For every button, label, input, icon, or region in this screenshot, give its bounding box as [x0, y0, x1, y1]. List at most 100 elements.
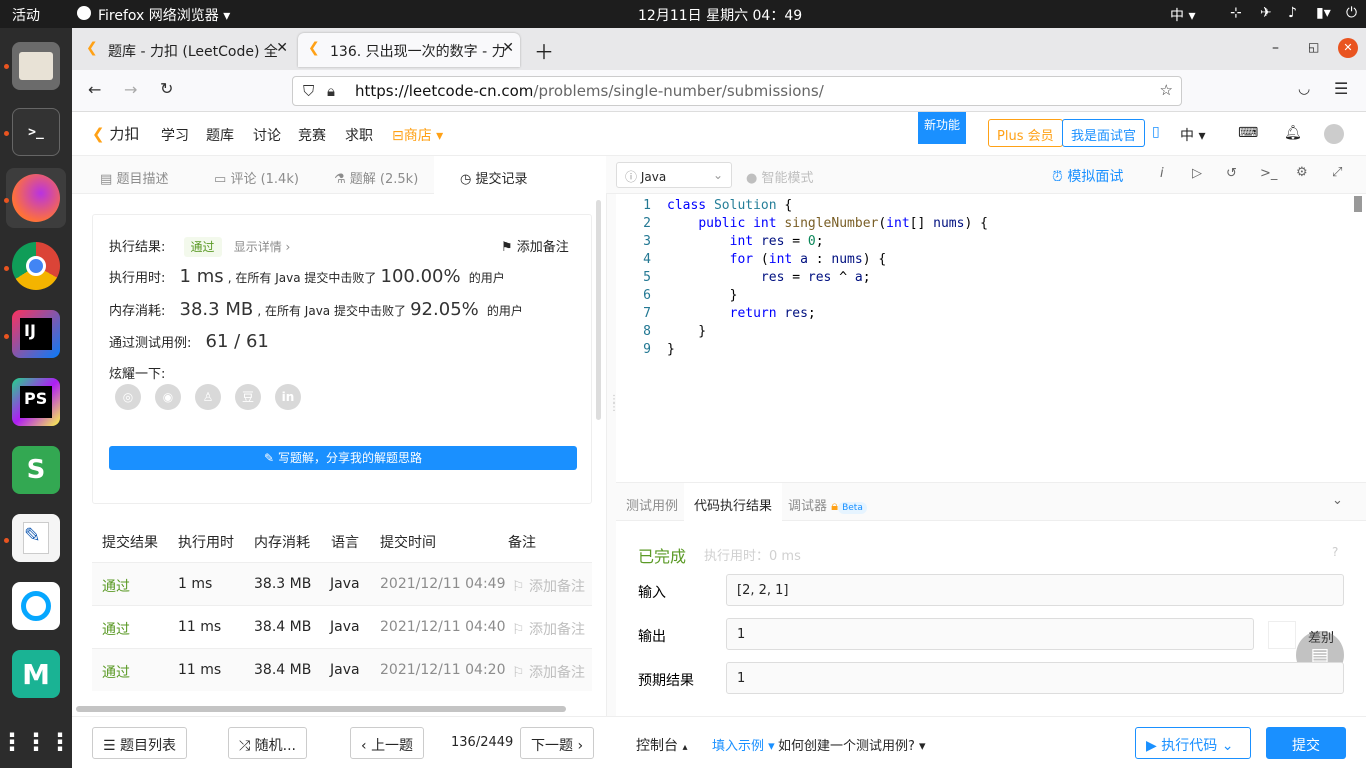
- reset-icon[interactable]: ↺: [1226, 166, 1237, 181]
- console-toggle[interactable]: 控制台 ▴: [636, 735, 687, 755]
- write-solution-button[interactable]: ✎ 写题解，分享我的解题思路: [109, 446, 577, 470]
- nav-item-problems[interactable]: 题库: [206, 125, 234, 145]
- files-icon[interactable]: [12, 42, 60, 90]
- network-icon[interactable]: ⊹: [1230, 5, 1242, 21]
- table-row[interactable]: 通过 1 ms 38.3 MB Java 2021/12/11 04:49 ⚐ …: [92, 562, 592, 605]
- reload-icon[interactable]: ↻: [160, 79, 173, 98]
- new-feature-badge[interactable]: 新功能: [918, 112, 966, 144]
- baidu-netdisk-icon[interactable]: [12, 582, 60, 630]
- mindmaster-icon[interactable]: M: [12, 650, 60, 698]
- close-window-icon[interactable]: ✕: [1338, 38, 1358, 58]
- problem-list-button[interactable]: ☰ 题目列表: [92, 727, 188, 759]
- run-icon[interactable]: ▷: [1192, 166, 1202, 181]
- minimize-icon[interactable]: –: [1272, 40, 1279, 56]
- hamburger-menu-icon[interactable]: ☰: [1334, 79, 1348, 98]
- tab-submissions[interactable]: ◷ 提交记录: [434, 156, 606, 194]
- settings-icon[interactable]: ⚙: [1296, 165, 1308, 180]
- tab-debugger[interactable]: 调试器 🔒︎ Beta: [788, 495, 867, 514]
- add-note-link[interactable]: ⚐ 添加备注: [512, 619, 585, 639]
- chrome-icon[interactable]: [12, 242, 60, 290]
- lock-icon[interactable]: 🔒︎: [327, 82, 335, 100]
- close-tab-icon[interactable]: ✕: [276, 40, 288, 56]
- browser-tab[interactable]: ❮ 题库 - 力扣 (LeetCode) 全 ✕: [76, 33, 294, 67]
- mobile-icon[interactable]: ▯: [1152, 124, 1160, 140]
- activities-button[interactable]: 活动: [12, 5, 40, 25]
- nav-item-discuss[interactable]: 讨论: [253, 125, 281, 145]
- input-method-indicator[interactable]: 中 ▾: [1170, 5, 1195, 25]
- shield-icon[interactable]: ⛉: [303, 82, 314, 100]
- volume-icon[interactable]: ♪: [1288, 5, 1297, 21]
- add-note-link[interactable]: ⚐ 添加备注: [512, 662, 585, 682]
- spreadsheet-icon[interactable]: S: [12, 446, 60, 494]
- tab-comments[interactable]: ▭ 评论 (1.4k): [214, 168, 299, 187]
- add-note-button[interactable]: ⚑ 添加备注: [501, 236, 569, 255]
- notification-bell-icon[interactable]: 🔔︎: [1284, 125, 1302, 141]
- collapse-chevron-icon[interactable]: ⌄: [1332, 493, 1343, 508]
- random-button[interactable]: ⤮ 随机...: [228, 727, 308, 759]
- app-menu[interactable]: Firefox 网络浏览器 ▾: [98, 5, 230, 25]
- mock-interview-button[interactable]: ⏰︎ 模拟面试: [1052, 166, 1123, 186]
- tab-run-result[interactable]: 代码执行结果: [684, 483, 783, 521]
- interviewer-button[interactable]: 我是面试官: [1062, 119, 1146, 147]
- fill-example-button[interactable]: 填入示例 ▾: [712, 735, 775, 754]
- pocket-icon[interactable]: ◡: [1298, 81, 1310, 97]
- code-editor[interactable]: 1 2 3 4 5 6 7 8 9 class Solution { publi…: [616, 194, 1366, 482]
- power-icon[interactable]: ⏻: [1346, 5, 1357, 21]
- close-tab-icon[interactable]: ✕: [502, 40, 514, 56]
- weibo-icon[interactable]: ◉: [155, 384, 181, 410]
- show-details-link[interactable]: 显示详情 ›: [234, 240, 291, 254]
- table-horizontal-scrollbar[interactable]: [76, 706, 566, 712]
- logo[interactable]: ❮ 力扣: [92, 123, 139, 144]
- playground-icon[interactable]: ⌨: [1238, 125, 1258, 141]
- battery-icon[interactable]: ▮▾: [1316, 5, 1331, 21]
- wechat-icon[interactable]: ◎: [115, 384, 141, 410]
- clock[interactable]: 12月11日 星期六 04：49: [638, 5, 802, 25]
- add-note-link[interactable]: ⚐ 添加备注: [512, 576, 585, 596]
- help-icon[interactable]: ?: [1332, 545, 1338, 559]
- nav-item-contest[interactable]: 竞赛: [298, 125, 326, 145]
- nav-item-shop[interactable]: ⊟商店 ▾: [392, 125, 443, 145]
- editor-scrollbar[interactable]: [1354, 196, 1362, 212]
- browser-tab-active[interactable]: ❮ 136. 只出现一次的数字 - 力 ✕: [298, 33, 520, 67]
- editor-toolbar: ⓘ Java ⌄ ● 智能模式 ⏰︎ 模拟面试 i ▷ ↺ >_ ⚙ ⤢: [606, 156, 1366, 194]
- tab-description[interactable]: ▤ 题目描述: [100, 168, 168, 187]
- left-panel-scrollbar[interactable]: [596, 200, 601, 420]
- url-bar[interactable]: ⛉ 🔒︎ https://leetcode-cn.com/problems/si…: [292, 76, 1182, 106]
- language-select[interactable]: ⓘ Java ⌄: [616, 162, 732, 188]
- run-code-button[interactable]: ▶ 执行代码 ⌄: [1135, 727, 1251, 759]
- back-icon[interactable]: ←: [88, 80, 101, 99]
- phpstorm-icon[interactable]: PS: [12, 378, 60, 426]
- firefox-dock-icon[interactable]: [12, 174, 60, 222]
- info-italic-icon[interactable]: i: [1160, 166, 1164, 181]
- douban-icon[interactable]: 豆: [235, 384, 261, 410]
- new-tab-icon[interactable]: ＋: [534, 36, 554, 65]
- plus-member-button[interactable]: Plus 会员: [988, 119, 1063, 147]
- smart-mode-toggle[interactable]: ● 智能模式: [746, 167, 814, 186]
- show-apps-icon[interactable]: ⋮⋮⋮: [0, 718, 72, 766]
- bookmark-star-icon[interactable]: ☆: [1160, 81, 1173, 99]
- airplane-icon[interactable]: ✈: [1260, 5, 1272, 21]
- prev-problem-button[interactable]: ‹ 上一题: [350, 727, 425, 759]
- next-problem-button[interactable]: 下一题 ›: [520, 727, 595, 759]
- terminal-small-icon[interactable]: >_: [1260, 166, 1277, 181]
- nav-item-jobs[interactable]: 求职: [345, 125, 373, 145]
- text-editor-icon[interactable]: ✎: [12, 514, 60, 562]
- intellij-icon[interactable]: IJ: [12, 310, 60, 358]
- table-row[interactable]: 通过 11 ms 38.4 MB Java 2021/12/11 04:20 ⚐…: [92, 648, 592, 691]
- tab-solutions[interactable]: ⚗ 题解 (2.5k): [334, 168, 418, 187]
- terminal-icon[interactable]: >_: [12, 108, 60, 156]
- how-create-testcase-link[interactable]: 如何创建一个测试用例? ▾: [778, 735, 926, 754]
- submit-button[interactable]: 提交: [1266, 727, 1346, 759]
- panel-splitter[interactable]: ⋮ ⋮: [606, 156, 619, 716]
- avatar[interactable]: [1324, 124, 1344, 144]
- linkedin-icon[interactable]: in: [275, 384, 301, 410]
- table-row[interactable]: 通过 11 ms 38.4 MB Java 2021/12/11 04:40 ⚐…: [92, 605, 592, 648]
- qq-icon[interactable]: ♙: [195, 384, 221, 410]
- diff-toggle[interactable]: [1268, 621, 1296, 649]
- maximize-icon[interactable]: ◱: [1308, 40, 1319, 54]
- fullscreen-icon[interactable]: ⤢: [1332, 165, 1342, 180]
- tab-testcase[interactable]: 测试用例: [626, 495, 678, 514]
- forward-icon[interactable]: →: [124, 80, 137, 99]
- nav-item-learn[interactable]: 学习: [161, 125, 189, 145]
- language-selector[interactable]: 中 ▾: [1180, 125, 1205, 145]
